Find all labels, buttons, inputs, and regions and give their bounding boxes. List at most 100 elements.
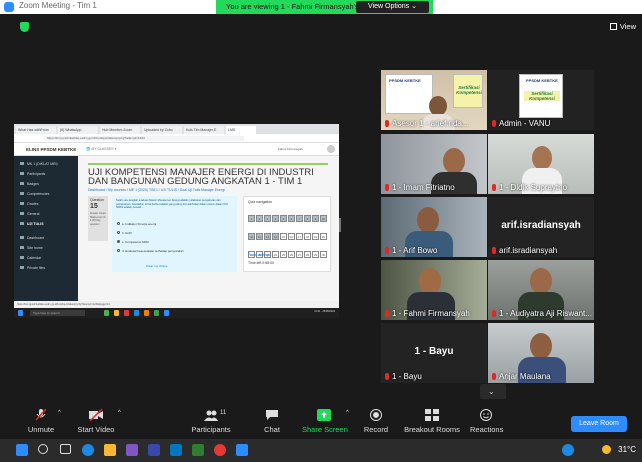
question-cell[interactable]: 18 [304,233,311,240]
taskbar-search[interactable]: Type here to search [30,310,85,316]
app-icon[interactable] [104,310,109,316]
zoom-icon[interactable] [236,444,248,456]
user-name[interactable]: Fahmi Firmansyah [278,147,303,151]
chevron-up-icon[interactable]: ^ [58,410,61,416]
question-cell[interactable]: 19 [312,233,319,240]
browser-tab[interactable]: (6) WhatsApp [58,126,98,134]
question-cell[interactable]: 2 [256,215,263,222]
question-cell[interactable]: 9 [312,215,319,222]
question-cell[interactable]: 17 [296,233,303,240]
nav-item[interactable]: General [20,212,39,216]
task-view-icon[interactable] [60,444,71,454]
nav-item[interactable]: Competencies [20,192,49,196]
clear-choice-link[interactable]: Clear my choice [146,264,168,268]
video-tile-off[interactable]: 1 - Bayu 1 - Bayu [381,323,487,383]
answer-option[interactable]: b. EnPI [117,231,132,235]
question-cell[interactable]: 1 [248,215,255,222]
nav-item-active[interactable]: UJI TULIS [20,222,44,226]
collapse-toolbar-button[interactable]: ⌄ [480,384,506,399]
view-button[interactable]: View [609,22,636,31]
unmute-button[interactable]: Unmute ^ [24,405,61,439]
search-icon[interactable] [38,444,48,454]
avatar[interactable] [327,145,335,153]
chevron-up-icon[interactable]: ^ [118,410,121,416]
nav-item[interactable]: Participants [20,172,45,176]
breakout-rooms-button[interactable]: Breakout Rooms [404,405,460,439]
app-icon[interactable] [154,310,159,316]
answer-option[interactable]: d. Evaluasi kesesuaiaan terhadap persyar… [117,249,184,253]
question-cell[interactable]: 4 [272,215,279,222]
participants-button[interactable]: Participants 11 [188,405,234,439]
video-tile-active-speaker[interactable]: Anjar Maulana [488,323,594,383]
help-icon[interactable] [562,444,574,456]
question-cell[interactable]: 16 [288,233,295,240]
question-cell[interactable]: 6 [288,215,295,222]
chevron-up-icon[interactable]: ^ [346,410,349,416]
edge-icon[interactable] [82,444,94,456]
question-cell[interactable]: 30 [320,251,327,258]
browser-tab[interactable]: Uploaded by Zoho [142,126,182,134]
security-shield-icon[interactable] [20,22,29,32]
lms-brand[interactable]: ELINS PPSDM KEBTKE [26,147,76,152]
question-cell[interactable]: 20 [320,233,327,240]
question-cell[interactable]: 11 [248,233,255,240]
finish-attempt-link[interactable]: Finish attempt ... [248,253,274,257]
question-cell[interactable]: 3 [264,215,271,222]
question-cell[interactable]: 12 [256,233,263,240]
question-cell[interactable]: 15 [280,233,287,240]
nav-item[interactable]: Badges [20,182,39,186]
browser-tab[interactable]: What Has withFrom [16,126,56,134]
question-cell[interactable]: 10 [320,215,327,222]
nav-item[interactable]: MK 1 (DIKLAT MEI) [20,162,58,166]
question-cell[interactable]: 25 [280,251,287,258]
breadcrumb[interactable]: Dashboard / My courses / ME 1 (2020) TIM… [88,188,225,192]
video-tile[interactable]: PPSDM KEBTKE Sertifikasi Kompetensi Ases… [381,70,487,130]
my-classes-menu[interactable]: 🌐 MY CLASSES ▾ [86,147,116,151]
weather-icon[interactable] [602,445,611,454]
app-icon[interactable] [144,310,149,316]
mail-icon[interactable] [170,444,182,456]
nav-item[interactable]: Private files [20,266,45,270]
folder-icon[interactable] [114,310,119,316]
reactions-button[interactable]: Reactions [470,405,503,439]
nav-item[interactable]: Dashboard [20,236,44,240]
video-tile[interactable]: 1 - Arif Bowo [381,197,487,257]
nav-item[interactable]: Grades [20,202,38,206]
app-icon[interactable] [148,444,160,456]
zoom-icon[interactable] [164,310,169,316]
app-icon[interactable] [126,444,138,456]
video-tile[interactable]: 1 - Didik Supraytno [488,134,594,194]
chat-button[interactable]: Chat [258,405,286,439]
address-bar[interactable]: https://lms.ppsdmkebtke.esdm.go.id/mod/q… [14,134,339,143]
windows-start-icon[interactable] [16,444,28,456]
nav-item[interactable]: Calendar [20,256,41,260]
chrome-icon[interactable] [214,444,226,456]
question-cell[interactable]: 28 [304,251,311,258]
video-tile[interactable]: 1 - Audiyatra Aji Riswant... [488,260,594,320]
browser-tab[interactable]: Kuis Tim Manajer E [184,126,224,134]
url-field[interactable]: https://lms.ppsdmkebtke.esdm.go.id/mod/q… [44,136,244,141]
view-options-button[interactable]: View Options ⌄ [356,1,429,13]
video-tile-off[interactable]: arif.isradiansyah arif.isradiansyah [488,197,594,257]
question-cell[interactable]: 29 [312,251,319,258]
question-cell[interactable]: 27 [296,251,303,258]
resize-handle[interactable] [339,218,341,232]
shared-screen[interactable]: What Has withFrom (6) WhatsApp Hub Membe… [14,124,339,318]
answer-option-selected[interactable]: c. Kompetensi SDM [117,240,149,244]
video-tile[interactable]: 1 - Fahmi Firmansyah [381,260,487,320]
start-icon[interactable] [18,310,23,316]
app-icon[interactable] [134,310,139,316]
folder-icon[interactable] [104,444,116,456]
answer-option[interactable]: a. Indikator Kinerja energi [117,222,156,226]
browser-tab-active[interactable]: LMS [226,126,256,134]
share-screen-button[interactable]: Share Screen ^ [302,405,349,439]
start-video-button[interactable]: Start Video ^ [76,405,121,439]
question-cell[interactable]: 26 [288,251,295,258]
question-cell[interactable]: 5 [280,215,287,222]
question-cell[interactable]: 13 [264,233,271,240]
question-cell[interactable]: 14 [272,233,279,240]
video-tile[interactable]: PPSDM KEBTKE Sertifikasi Kompetensi Admi… [488,70,594,130]
excel-icon[interactable] [192,444,204,456]
question-cell[interactable]: 8 [304,215,311,222]
browser-tab[interactable]: Hub Member-Zoom [100,126,140,134]
